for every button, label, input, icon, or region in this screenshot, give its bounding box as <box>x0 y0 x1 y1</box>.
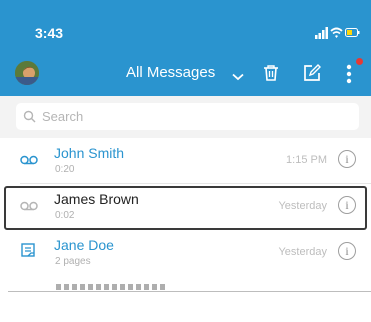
message-detail: 0:02 <box>55 210 75 221</box>
wifi-icon <box>330 27 343 38</box>
chevron-down-icon[interactable] <box>232 68 244 86</box>
message-row[interactable]: John Smith 0:20 1:15 PM i <box>0 138 371 184</box>
search-input[interactable] <box>42 103 342 130</box>
trash-icon[interactable] <box>262 64 280 87</box>
battery-icon <box>345 28 360 37</box>
search-bar <box>0 96 371 138</box>
info-icon[interactable]: i <box>338 196 356 214</box>
contact-name: James Brown <box>54 191 139 207</box>
info-icon[interactable]: i <box>338 150 356 168</box>
notification-badge <box>356 58 363 65</box>
mailbox-filter-label[interactable]: All Messages <box>126 64 215 82</box>
voicemail-icon <box>20 152 38 170</box>
status-time: 3:43 <box>35 25 64 41</box>
voicemail-icon <box>20 198 38 216</box>
status-icons <box>315 25 361 41</box>
bottom-area <box>0 292 371 322</box>
info-icon[interactable]: i <box>338 242 356 260</box>
contact-name: Jane Doe <box>54 237 114 253</box>
message-detail: 0:20 <box>55 164 75 175</box>
search-icon <box>23 110 36 128</box>
contact-name: John Smith <box>54 145 125 161</box>
message-detail: 2 pages <box>55 256 91 267</box>
message-time: Yesterday <box>278 246 327 258</box>
message-time: Yesterday <box>278 200 327 212</box>
toolbar: All Messages <box>0 56 371 92</box>
search-box[interactable] <box>16 103 359 130</box>
more-vertical-icon[interactable] <box>345 63 353 90</box>
signal-icon <box>315 27 328 39</box>
message-row[interactable]: James Brown 0:02 Yesterday i <box>0 184 371 230</box>
truncated-row-content <box>56 284 166 290</box>
header-bar: 3:43 All Messages <box>0 0 371 96</box>
status-bar: 3:43 <box>0 0 371 44</box>
message-time: 1:15 PM <box>286 154 327 166</box>
partial-message-row <box>0 276 371 290</box>
avatar[interactable] <box>15 61 39 85</box>
message-row[interactable]: Jane Doe 2 pages Yesterday i <box>0 230 371 276</box>
compose-icon[interactable] <box>303 64 321 87</box>
fax-icon <box>20 242 36 263</box>
